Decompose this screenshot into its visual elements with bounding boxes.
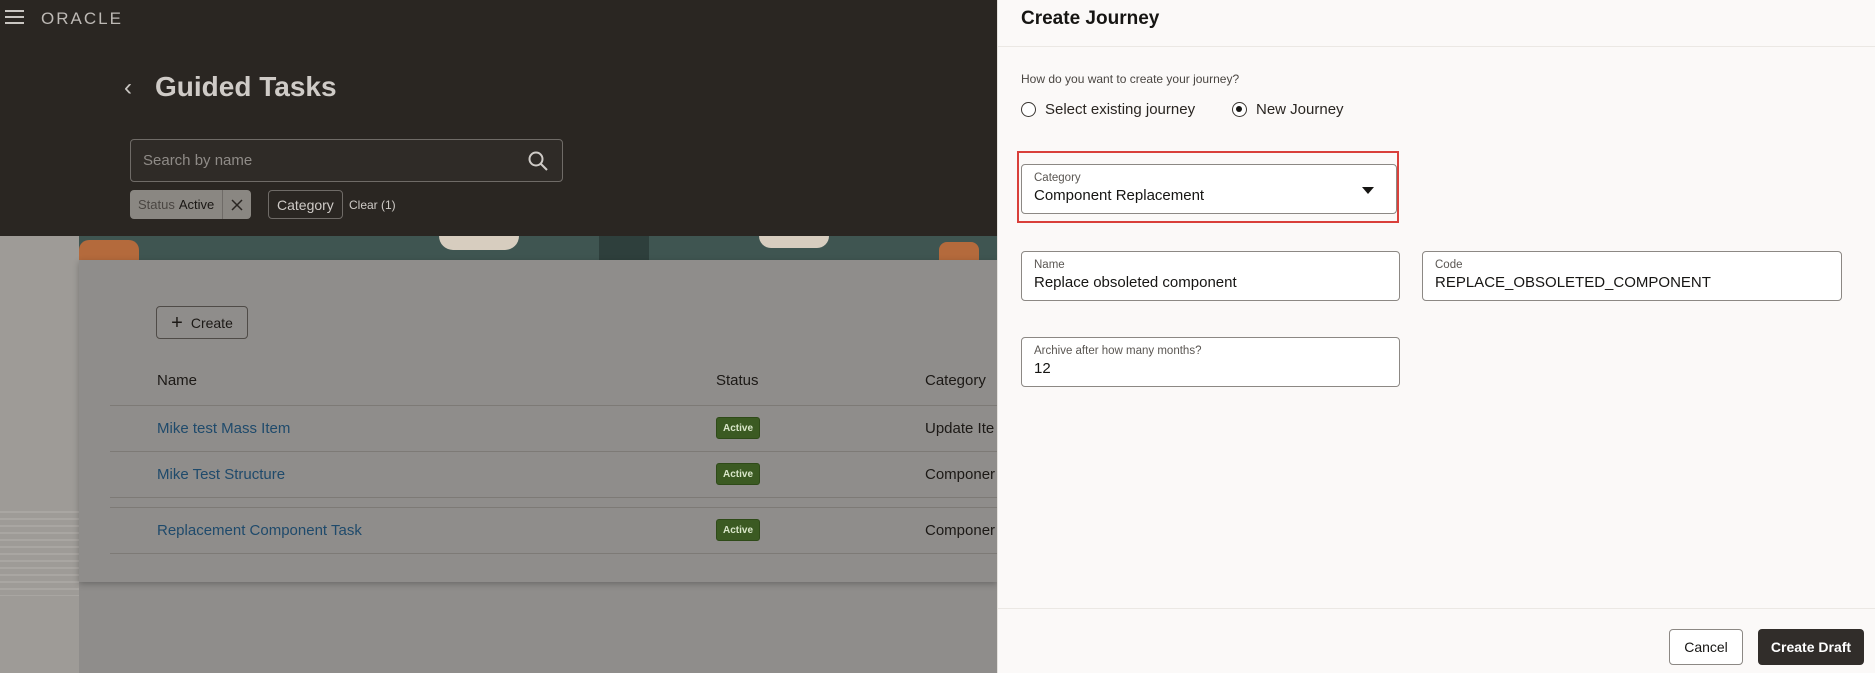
- task-name-link[interactable]: Mike Test Structure: [157, 466, 285, 483]
- clear-filters-link[interactable]: Clear (1): [349, 198, 396, 212]
- row-divider: [110, 507, 997, 508]
- task-category: Componer: [925, 522, 996, 539]
- page-title: Guided Tasks: [155, 71, 337, 102]
- row-divider: [110, 553, 997, 554]
- create-button-label: Create: [190, 314, 233, 331]
- create-journey-drawer: Create Journey How do you want to create…: [997, 0, 1875, 673]
- cancel-button[interactable]: Cancel: [1669, 629, 1743, 665]
- radio-select-existing-journey[interactable]: Select existing journey: [1021, 101, 1195, 118]
- task-name-link[interactable]: Replacement Component Task: [157, 522, 362, 539]
- decorative-side-panel: [0, 236, 79, 673]
- task-name-link[interactable]: Mike test Mass Item: [157, 420, 290, 437]
- name-field[interactable]: Name Replace obsoleted component: [1021, 251, 1400, 301]
- task-category: Componer: [925, 466, 996, 483]
- radio-unchecked-icon[interactable]: [1021, 102, 1036, 117]
- oracle-logo: ORACLE: [41, 9, 123, 28]
- status-badge: Active: [716, 417, 761, 439]
- search-input[interactable]: [143, 140, 513, 181]
- row-divider: [110, 451, 997, 452]
- back-chevron-icon[interactable]: ‹: [124, 76, 132, 100]
- background-page: ORACLE ‹ Guided Tasks Status Active Cate…: [0, 0, 997, 673]
- status-filter-chip[interactable]: Status Active: [130, 190, 252, 219]
- plus-icon: +: [171, 311, 183, 334]
- category-select[interactable]: Category Component Replacement: [1021, 164, 1397, 214]
- caret-down-icon[interactable]: [1362, 187, 1374, 194]
- category-filter-chip[interactable]: Category: [268, 190, 343, 219]
- radio-new-journey[interactable]: New Journey: [1232, 101, 1344, 118]
- drawer-title: Create Journey: [1021, 8, 1160, 29]
- menu-icon[interactable]: [5, 10, 24, 26]
- radio-label-new: New Journey: [1256, 101, 1344, 118]
- column-header-status[interactable]: Status: [716, 372, 759, 389]
- search-field[interactable]: [130, 139, 563, 182]
- status-badge: Active: [716, 463, 761, 485]
- row-divider: [110, 497, 997, 498]
- radio-checked-icon[interactable]: [1232, 102, 1247, 117]
- drawer-footer: [998, 608, 1875, 673]
- name-value[interactable]: Replace obsoleted component: [1034, 274, 1237, 291]
- status-badge: Active: [716, 519, 761, 541]
- column-header-name[interactable]: Name: [157, 372, 197, 389]
- code-field[interactable]: Code REPLACE_OBSOLETED_COMPONENT: [1422, 251, 1842, 301]
- archive-months-label: Archive after how many months?: [1034, 345, 1202, 357]
- radio-label-existing: Select existing journey: [1045, 101, 1196, 118]
- status-filter-label: Status: [138, 197, 175, 212]
- status-filter-value: Active: [178, 197, 215, 212]
- name-label: Name: [1034, 259, 1065, 271]
- row-divider: [110, 405, 997, 406]
- category-label: Category: [1034, 172, 1081, 184]
- task-category: Update Ite: [925, 420, 995, 437]
- category-value: Component Replacement: [1034, 187, 1205, 204]
- column-header-category[interactable]: Category: [925, 372, 986, 389]
- remove-filter-icon[interactable]: [222, 190, 251, 219]
- create-draft-button[interactable]: Create Draft: [1758, 629, 1864, 665]
- creation-mode-question: How do you want to create your journey?: [1021, 72, 1240, 86]
- create-button[interactable]: + Create: [156, 306, 248, 339]
- code-value[interactable]: REPLACE_OBSOLETED_COMPONENT: [1435, 274, 1711, 291]
- page-header: ORACLE ‹ Guided Tasks Status Active Cate…: [0, 0, 997, 236]
- decorative-banner: [79, 236, 997, 260]
- archive-months-value[interactable]: 12: [1034, 360, 1051, 377]
- archive-months-field[interactable]: Archive after how many months? 12: [1021, 337, 1400, 387]
- code-label: Code: [1435, 259, 1463, 271]
- search-icon[interactable]: [528, 151, 548, 171]
- drawer-header: Create Journey: [998, 0, 1875, 47]
